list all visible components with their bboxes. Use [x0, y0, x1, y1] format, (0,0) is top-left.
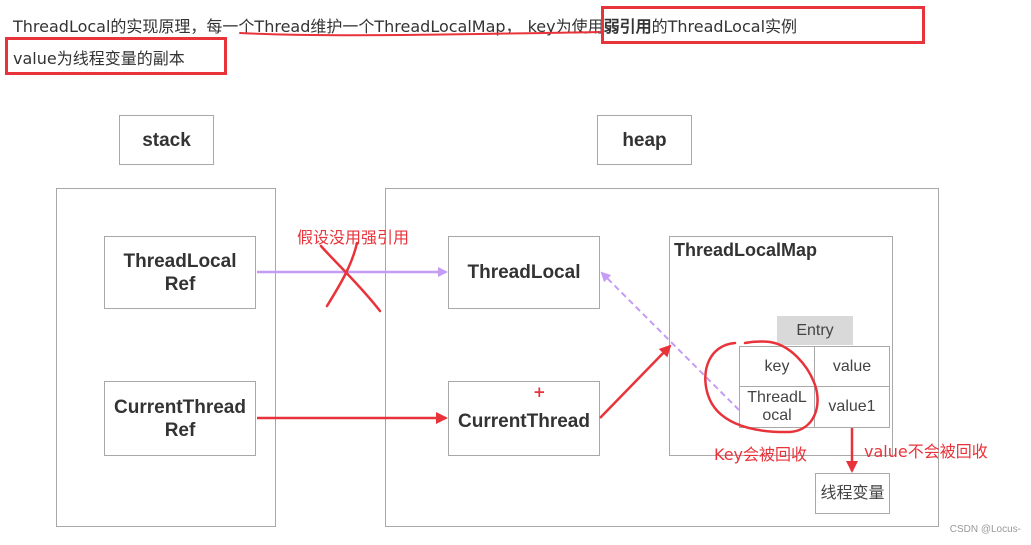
currentthread-ref-line2: Ref: [164, 419, 196, 441]
highlight-box-key: [601, 6, 925, 44]
entry-header: Entry: [777, 316, 853, 345]
highlight-box-value: [5, 37, 227, 75]
currentthread-ref-line1: CurrentThread: [114, 396, 246, 418]
threadlocal-box: ThreadLocal: [448, 236, 600, 309]
currentthread-ref-box: CurrentThread Ref: [104, 381, 256, 456]
currentthread-box: CurrentThread: [448, 381, 600, 456]
annotation-no-strong-ref: 假设没用强引用: [297, 228, 410, 247]
entry-value-cell: value1: [814, 386, 890, 428]
caption-part-1: ThreadLocal的实现原理，: [13, 17, 207, 36]
threadlocalmap-label: ThreadLocalMap: [674, 240, 818, 260]
thread-variable-box: 线程变量: [815, 473, 890, 514]
entry-key-line2: ocal: [762, 407, 792, 424]
plus-mark: +: [533, 383, 546, 401]
entry-key-header: key: [739, 346, 815, 387]
caption-part-3a: key为使用: [527, 17, 604, 36]
entry-key-line1: ThreadL: [747, 389, 807, 406]
threadlocal-ref-line1: ThreadLocal: [123, 250, 237, 272]
entry-value-header: value: [814, 346, 890, 387]
cross-out-mark: [319, 241, 382, 313]
entry-key-cell: ThreadL ocal: [739, 386, 815, 428]
watermark: CSDN @Locus-: [949, 524, 1021, 535]
caption-part-2: 每一个Thread维护一个ThreadLocalMap，: [206, 17, 522, 36]
threadlocal-ref-box: ThreadLocal Ref: [104, 236, 256, 309]
annotation-key-collected: Key会被回收: [714, 445, 808, 464]
annotation-value-not-collected: value不会被回收: [864, 442, 988, 461]
threadlocal-ref-line2: Ref: [164, 273, 196, 295]
currentthread-label: CurrentThread: [458, 411, 590, 432]
stack-label: stack: [119, 115, 214, 165]
heap-label: heap: [597, 115, 692, 165]
